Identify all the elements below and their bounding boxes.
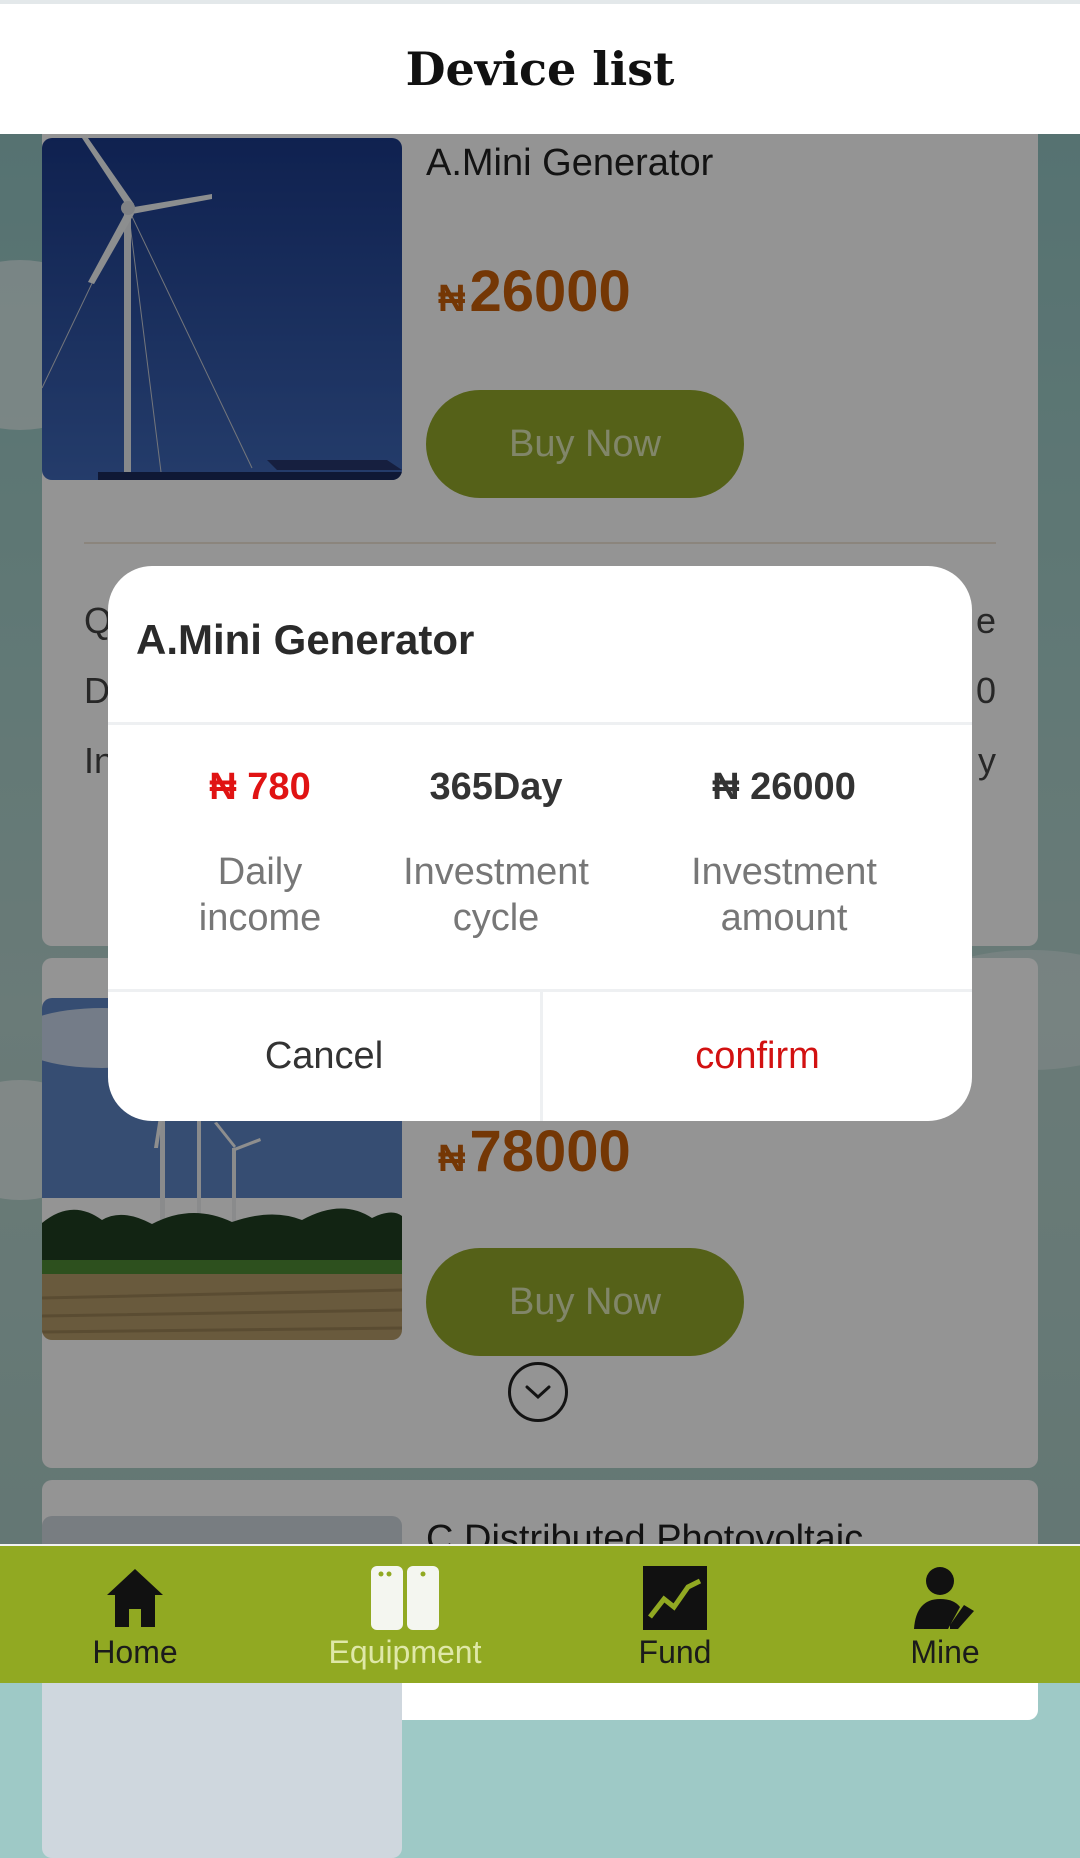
- fund-chart-icon: [635, 1564, 715, 1632]
- daily-income-value: ₦ 780: [209, 766, 311, 808]
- stat-investment-amount: ₦ 26000 Investment amount: [666, 766, 902, 941]
- tab-fund[interactable]: Fund: [540, 1546, 810, 1683]
- investment-cycle-value: 365Day: [429, 766, 563, 808]
- tab-mine[interactable]: Mine: [810, 1546, 1080, 1683]
- purchase-confirm-dialog: A.Mini Generator ₦ 780 Daily income 365D…: [108, 566, 972, 1121]
- investment-amount-label: Investment amount: [691, 851, 877, 939]
- stat-daily-income: ₦ 780 Daily income: [160, 766, 360, 941]
- page-title: Device list: [405, 42, 675, 96]
- bottom-tab-bar: Home Equipment Fund Mine: [0, 1544, 1080, 1683]
- tab-label: Mine: [910, 1634, 980, 1670]
- header-bar: Device list: [0, 0, 1080, 134]
- dialog-title: A.Mini Generator: [136, 616, 475, 663]
- tab-label: Home: [92, 1634, 178, 1670]
- home-icon: [95, 1564, 175, 1632]
- tab-home[interactable]: Home: [0, 1546, 270, 1683]
- tab-label: Equipment: [328, 1634, 482, 1670]
- user-edit-icon: [905, 1564, 985, 1632]
- equipment-icon: [365, 1564, 445, 1632]
- confirm-button[interactable]: confirm: [540, 992, 972, 1121]
- dialog-divider: [108, 722, 972, 725]
- investment-amount-value: ₦ 26000: [712, 766, 856, 808]
- tab-label: Fund: [638, 1634, 712, 1670]
- daily-income-label: Daily income: [198, 851, 322, 939]
- stat-investment-cycle: 365Day Investment cycle: [380, 766, 612, 941]
- investment-cycle-label: Investment cycle: [403, 851, 589, 939]
- cancel-button[interactable]: Cancel: [108, 992, 540, 1121]
- tab-equipment[interactable]: Equipment: [270, 1546, 540, 1683]
